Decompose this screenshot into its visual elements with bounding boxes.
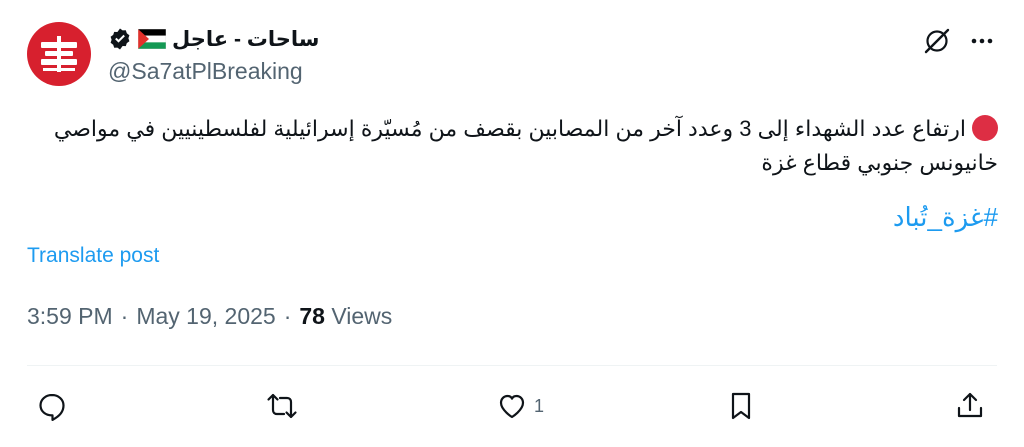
like-count: 1: [534, 395, 545, 416]
divider: [27, 365, 997, 366]
share-button[interactable]: [954, 388, 986, 424]
palestine-flag-icon: [137, 28, 167, 50]
repost-button[interactable]: [266, 388, 298, 424]
views-label: Views: [331, 303, 393, 329]
hashtag-link[interactable]: #غزة_تُباد: [893, 202, 998, 233]
reply-button[interactable]: [36, 388, 68, 424]
red-circle-emoji-icon: [972, 115, 998, 141]
heart-icon: [499, 394, 525, 419]
bookmark-button[interactable]: [725, 388, 757, 424]
post-meta: 3:59 PM · May 19, 2025 · 78 Views: [27, 303, 392, 330]
reply-icon: [39, 393, 65, 421]
more-options-icon[interactable]: [967, 26, 997, 56]
display-name[interactable]: ساحات - عاجل: [172, 27, 319, 52]
repost-icon: [267, 393, 297, 419]
avatar[interactable]: [27, 22, 91, 86]
post-time[interactable]: 3:59 PM: [27, 303, 113, 330]
share-icon: [957, 392, 983, 418]
author-name-row: ساحات - عاجل: [108, 24, 319, 54]
post-date[interactable]: May 19, 2025: [136, 303, 275, 330]
bookmark-icon: [731, 392, 751, 420]
post-text: ارتفاع عدد الشهداء إلى 3 وعدد آخر من الم…: [28, 112, 998, 180]
meta-separator: ·: [120, 303, 129, 329]
post-body: ارتفاع عدد الشهداء إلى 3 وعدد آخر من الم…: [53, 116, 998, 175]
views: 78 Views: [299, 303, 392, 330]
grok-icon[interactable]: [922, 26, 952, 56]
views-count: 78: [299, 303, 325, 329]
meta-separator: ·: [283, 303, 292, 329]
translate-post-link[interactable]: Translate post: [27, 244, 159, 268]
author-handle[interactable]: @Sa7atPlBreaking: [108, 58, 303, 85]
like-button[interactable]: 1: [496, 388, 544, 424]
avatar-logo-icon: [41, 36, 77, 72]
verified-badge-icon: [108, 27, 132, 51]
